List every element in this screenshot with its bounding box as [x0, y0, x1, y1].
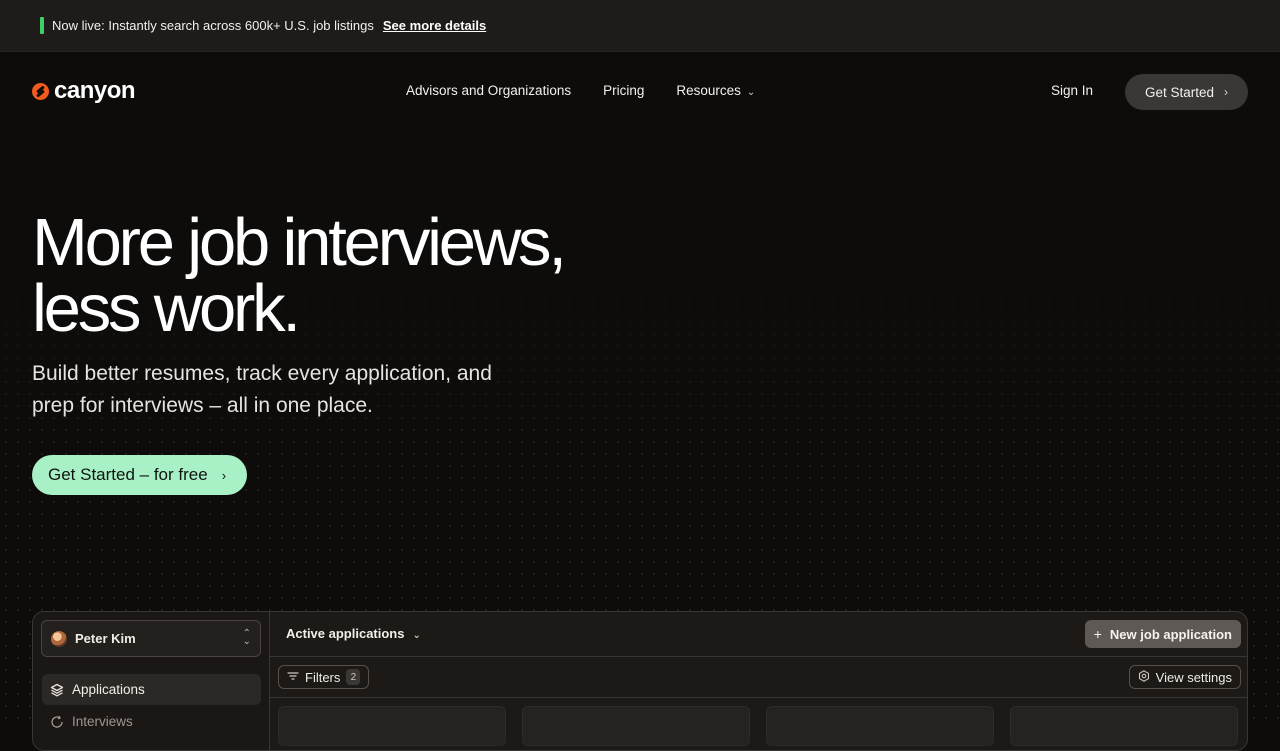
see-more-details-link[interactable]: See more details: [383, 18, 486, 33]
plus-icon: +: [1093, 626, 1102, 642]
canyon-logo-icon: [32, 82, 49, 100]
user-switcher[interactable]: Peter Kim ⌃ ⌄: [41, 620, 261, 657]
app-main: Active applications ⌄ + New job applicati…: [270, 612, 1247, 750]
chevron-down-icon: ⌄: [412, 630, 421, 641]
new-job-application-label: New job application: [1109, 626, 1232, 642]
board-column: [278, 706, 506, 746]
settings-icon: [1138, 669, 1150, 685]
board-column: [1010, 706, 1238, 746]
nav-link-resources-label: Resources: [676, 83, 741, 98]
main-nav: canyon Advisors and Organizations Pricin…: [0, 52, 1280, 132]
refresh-icon: [50, 715, 64, 729]
hero-title-line-2: less work.: [32, 271, 301, 346]
filter-row: Filters 2 View settings: [270, 657, 1247, 698]
announcement-accent: [40, 17, 44, 34]
logo-text: canyon: [54, 77, 136, 104]
nav-link-advisors[interactable]: Advisors and Organizations: [406, 83, 571, 98]
filters-count-badge: 2: [346, 669, 361, 685]
get-started-button[interactable]: Get Started ›: [1125, 74, 1248, 110]
view-select[interactable]: Active applications ⌄: [286, 626, 421, 641]
get-started-free-button[interactable]: Get Started – for free ›: [32, 455, 247, 495]
sidebar-item-label: Applications: [72, 682, 145, 697]
nav-link-pricing[interactable]: Pricing: [603, 83, 644, 98]
sidebar-item-applications[interactable]: Applications: [42, 674, 261, 705]
logo[interactable]: canyon: [32, 77, 136, 104]
board-column: [522, 706, 750, 746]
board-column: [766, 706, 994, 746]
sign-in-link[interactable]: Sign In: [1051, 83, 1093, 98]
cta-label: Get Started – for free: [48, 465, 208, 484]
announcement-bar: Now live: Instantly search across 600k+ …: [0, 0, 1280, 52]
hero-subtitle: Build better resumes, track every applic…: [32, 362, 492, 417]
chevron-down-icon: ⌄: [746, 87, 756, 98]
filters-button[interactable]: Filters 2: [278, 665, 370, 689]
user-name: Peter Kim: [75, 631, 136, 646]
filter-icon: [287, 671, 299, 684]
sidebar-item-label: Interviews: [72, 714, 133, 729]
app-sidebar: Peter Kim ⌃ ⌄ Applications Interviews: [33, 612, 270, 750]
avatar: [51, 630, 67, 647]
view-settings-label: View settings: [1155, 669, 1232, 685]
filters-label: Filters: [305, 669, 341, 685]
chevron-up-down-icon: ⌃ ⌄: [242, 628, 251, 647]
nav-links: Advisors and Organizations Pricing Resou…: [406, 83, 755, 98]
nav-link-resources[interactable]: Resources ⌄: [676, 83, 755, 98]
app-preview: Peter Kim ⌃ ⌄ Applications Interviews Ac…: [32, 611, 1248, 751]
view-settings-button[interactable]: View settings: [1128, 665, 1241, 689]
hero-title-line-1: More job interviews,: [32, 205, 567, 280]
chevron-right-icon: ›: [1224, 85, 1229, 99]
hero-title: More job interviews, less work.: [32, 209, 652, 342]
app-toolbar: Active applications ⌄ + New job applicati…: [270, 612, 1247, 657]
sidebar-item-interviews[interactable]: Interviews: [42, 706, 261, 737]
layers-icon: [50, 683, 64, 697]
board-columns: [278, 706, 1241, 746]
get-started-label: Get Started: [1144, 84, 1215, 100]
chevron-right-icon: ›: [221, 467, 227, 483]
new-job-application-button[interactable]: + New job application: [1084, 620, 1241, 648]
view-select-label: Active applications: [286, 626, 405, 641]
announcement-message: Now live: Instantly search across 600k+ …: [52, 18, 374, 33]
